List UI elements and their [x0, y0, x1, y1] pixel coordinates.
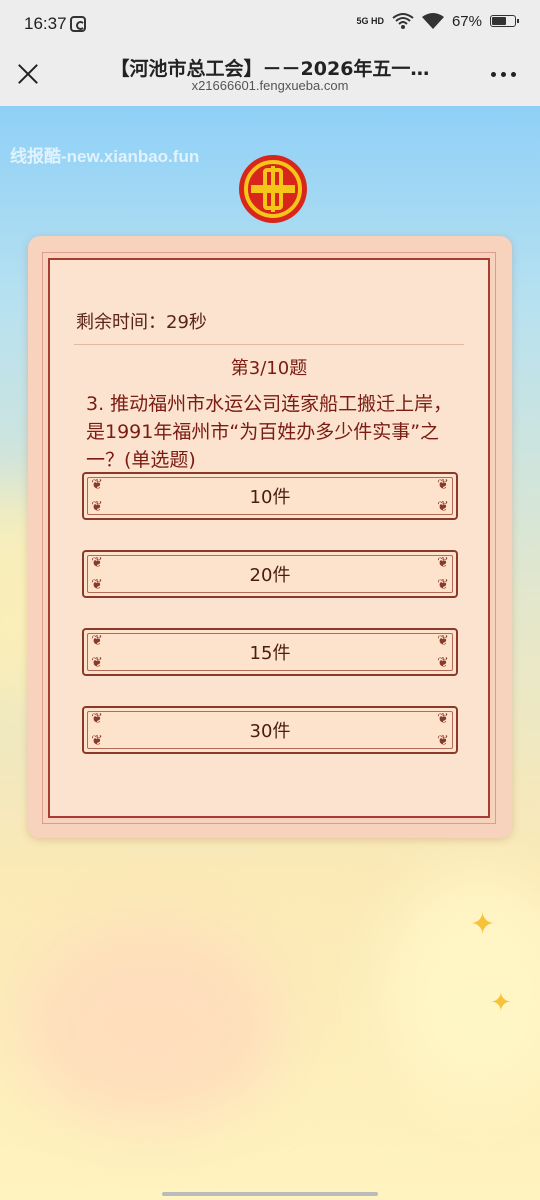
ornament-icon: ❦: [437, 477, 449, 493]
more-icon[interactable]: [491, 72, 516, 77]
answer-option[interactable]: ❦ ❦ ❦ ❦ 30件: [82, 706, 458, 754]
notification-icon: [70, 16, 86, 32]
question-card: 剩余时间：29秒 第3/10题 3. 推动福州市水运公司连家船工搬迁上岸，是19…: [28, 236, 512, 838]
battery-icon: [490, 15, 519, 27]
network-type: 5G HD: [356, 15, 384, 26]
ornament-icon: ❦: [437, 733, 449, 749]
home-indicator[interactable]: [162, 1192, 378, 1196]
ornament-icon: ❦: [91, 733, 103, 749]
ornament-icon: ❦: [91, 555, 103, 571]
battery-percent: 67%: [451, 12, 482, 30]
answer-option-label: 20件: [249, 565, 291, 586]
background-glow: [20, 926, 280, 1126]
ornament-icon: ❦: [437, 499, 449, 515]
answer-option-label: 30件: [249, 721, 291, 742]
ornament-icon: ❦: [91, 655, 103, 671]
answer-option[interactable]: ❦ ❦ ❦ ❦ 20件: [82, 550, 458, 598]
divider: [74, 344, 464, 345]
question-text: 3. 推动福州市水运公司连家船工搬迁上岸，是1991年福州市“为百姓办多少件实事…: [86, 393, 453, 471]
union-emblem-icon: [239, 155, 307, 223]
answer-option[interactable]: ❦ ❦ ❦ ❦ 10件: [82, 472, 458, 520]
ornament-icon: ❦: [91, 577, 103, 593]
sparkle-icon: ✦: [470, 907, 496, 942]
answer-option[interactable]: ❦ ❦ ❦ ❦ 15件: [82, 628, 458, 676]
quiz-page: 线报酷-new.xianbao.fun 剩余时间：29秒 第3/10题 3. 推…: [0, 106, 540, 1200]
watermark: 线报酷-new.xianbao.fun: [10, 147, 200, 166]
wifi-plus-icon: [392, 13, 414, 29]
answer-option-label: 15件: [249, 643, 291, 664]
background-glow: [380, 866, 540, 1106]
battery-fill: [492, 17, 507, 25]
ornament-icon: ❦: [91, 499, 103, 515]
ornament-icon: ❦: [91, 633, 103, 649]
page-title: 【河池市总工会】－－2026年五一…: [110, 58, 430, 80]
close-icon[interactable]: [14, 60, 42, 88]
status-bar: 16:37 5G HD 67%: [0, 0, 540, 48]
page-url: x21666601.fengxueba.com: [191, 78, 349, 93]
nav-bar: 【河池市总工会】－－2026年五一… x21666601.fengxueba.c…: [0, 48, 540, 106]
ornament-icon: ❦: [91, 477, 103, 493]
sparkle-icon: ✦: [490, 988, 512, 1018]
ornament-icon: ❦: [437, 711, 449, 727]
ornament-icon: ❦: [437, 655, 449, 671]
ornament-icon: ❦: [437, 577, 449, 593]
ornament-icon: ❦: [437, 555, 449, 571]
wifi-icon: [421, 13, 444, 29]
ornament-icon: ❦: [437, 633, 449, 649]
ornament-icon: ❦: [91, 711, 103, 727]
status-indicators: 5G HD 67%: [356, 12, 519, 30]
status-time: 16:37: [24, 14, 67, 33]
question-index: 第3/10题: [230, 358, 308, 379]
countdown-timer: 剩余时间：29秒: [76, 312, 207, 333]
answer-option-label: 10件: [249, 487, 291, 508]
